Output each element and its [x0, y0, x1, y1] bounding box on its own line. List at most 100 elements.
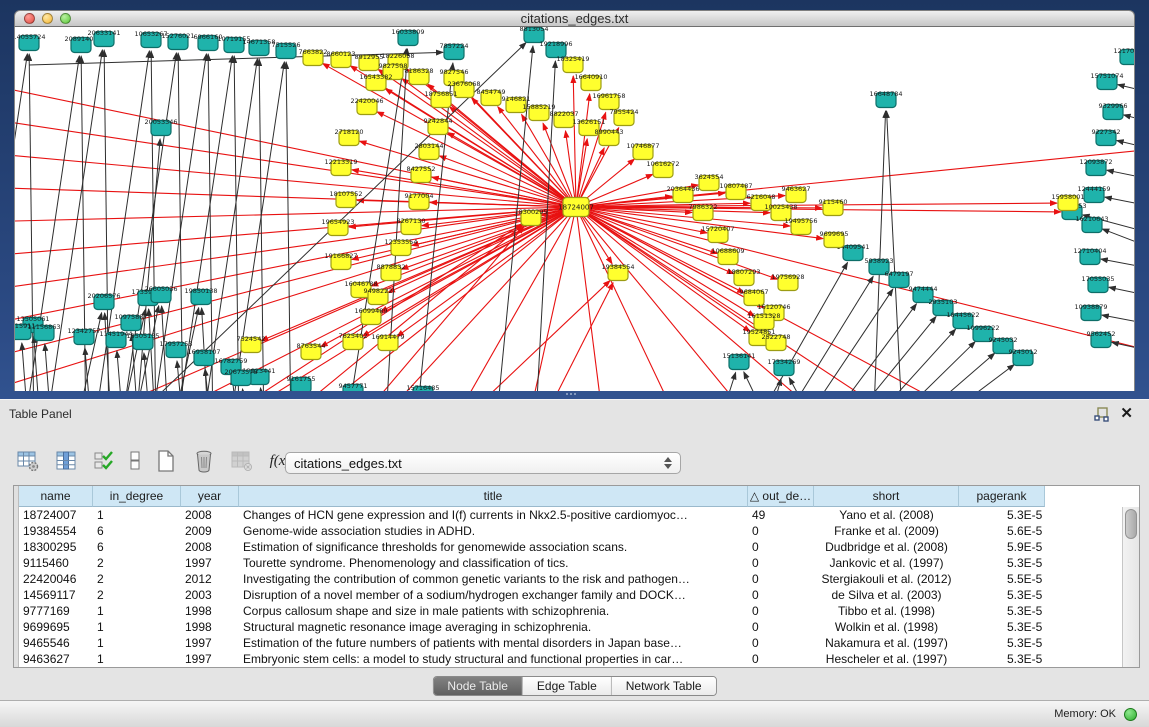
graph-node-label: 16033809	[391, 28, 424, 36]
scrollbar-thumb[interactable]	[1125, 509, 1137, 539]
column-header-title[interactable]: title	[239, 486, 748, 507]
graph-node-label: 18226058	[381, 52, 414, 60]
graph-node-label: 10807487	[719, 182, 752, 190]
graph-node-label: 8186328	[405, 67, 434, 75]
graph-node-label: 2718120	[335, 128, 364, 136]
network-window-titlebar[interactable]: citations_edges.txt	[14, 10, 1135, 27]
cell-year: 2003	[181, 587, 239, 603]
cell-short: Wolkin et al. (1998)	[814, 619, 959, 635]
table-mode-tabs: Node TableEdge TableNetwork Table	[432, 676, 716, 696]
minimize-window-button[interactable]	[42, 13, 53, 24]
graph-node-label: 9474444	[909, 285, 938, 293]
graph-node-label: 16640910	[574, 73, 607, 81]
graph-node-label: 9242844	[424, 117, 453, 125]
cell-out: 49	[748, 507, 814, 523]
cell-indegree: 1	[93, 619, 181, 635]
graph-node-label: 7663822	[299, 48, 328, 56]
citation-edge-red	[205, 207, 576, 391]
graph-node-label: 10025438	[764, 203, 797, 211]
table-row[interactable]: 1830029562008Estimation of significance …	[19, 539, 1121, 555]
graph-node-label: 12213319	[324, 158, 357, 166]
column-header-in_degree[interactable]: in_degree	[93, 486, 181, 507]
citation-edge-black	[45, 344, 52, 391]
graph-node-label: 9115460	[819, 198, 848, 206]
graph-node-label: 8427552	[407, 165, 436, 173]
memory-status-indicator[interactable]	[1124, 708, 1137, 721]
table-settings-icon[interactable]	[14, 446, 42, 476]
graph-node-label: 18325419	[556, 55, 589, 63]
table-row[interactable]: 969969511998Structural magnetic resonanc…	[19, 619, 1121, 635]
graph-node-label: 6216048	[747, 193, 776, 201]
graph-node-label: 20673578	[224, 368, 257, 376]
cell-name: 18300295	[19, 539, 93, 555]
delete-table-icon[interactable]	[190, 446, 218, 476]
select-column-icon[interactable]	[52, 446, 80, 476]
citation-edge-black	[15, 54, 27, 391]
cell-name: 18724007	[19, 507, 93, 523]
cell-title: Tourette syndrome. Phenomenology and cla…	[239, 555, 748, 571]
network-view[interactable]: 1405572420891406206331411065326715276021…	[14, 27, 1135, 391]
cell-out: 0	[748, 523, 814, 539]
citation-edge-black	[286, 62, 291, 391]
column-header-year[interactable]: year	[181, 486, 239, 507]
zoom-window-button[interactable]	[60, 13, 71, 24]
column-header-name[interactable]: name	[19, 486, 93, 507]
tab-network-table[interactable]: Network Table	[611, 677, 716, 695]
table-row[interactable]: 1456911722003Disruption of a novel membe…	[19, 587, 1121, 603]
close-panel-icon[interactable]: ✕	[1120, 404, 1133, 422]
column-header-short[interactable]: short	[814, 486, 959, 507]
graph-node-label: 12093872	[1079, 158, 1112, 166]
citation-edge-red	[445, 281, 610, 391]
graph-node-label: 16210643	[1075, 215, 1108, 223]
cells-icon[interactable]	[128, 446, 142, 476]
citation-edge-black	[818, 304, 916, 391]
cell-title: Genome-wide association studies in ADHD.	[239, 523, 748, 539]
graph-node-label: 12170437	[1113, 47, 1135, 55]
graph-node-label: 9245012	[1009, 348, 1038, 356]
table-row[interactable]: 946362711997Embryonic stem cells: a mode…	[19, 651, 1121, 667]
tab-edge-table[interactable]: Edge Table	[522, 677, 611, 695]
close-window-button[interactable]	[24, 13, 35, 24]
column-header-pagerank[interactable]: pagerank	[959, 486, 1045, 507]
graph-node-label: 12710404	[1073, 247, 1106, 255]
graph-node-label: 17055035	[1081, 275, 1114, 283]
graph-node-label: 18445622	[946, 311, 979, 319]
cell-out: 0	[748, 635, 814, 651]
graph-node-label: 16958107	[187, 348, 220, 356]
cell-pagerank: 5.3E-5	[959, 651, 1045, 667]
graph-node-label: 20633141	[87, 29, 120, 37]
float-panel-icon[interactable]	[1094, 407, 1109, 422]
network-graph-svg[interactable]: 1405572420891406206331411065326715276021…	[15, 27, 1135, 391]
table-row[interactable]: 1938455462009Genome-wide association stu…	[19, 523, 1121, 539]
citation-edge-black	[1117, 141, 1135, 152]
citation-edge-black	[242, 389, 249, 391]
table-row[interactable]: 1872400712008Changes of HCN gene express…	[19, 507, 1121, 523]
cell-short: Stergiakouli et al. (2012)	[814, 571, 959, 587]
citation-edge-black	[29, 54, 34, 391]
new-table-icon[interactable]	[152, 446, 180, 476]
graph-node-label: 9699695	[820, 230, 849, 238]
graph-node-label: 9463627	[782, 185, 811, 193]
cell-year: 1997	[181, 635, 239, 651]
tab-node-table[interactable]: Node Table	[433, 677, 522, 695]
vertical-scrollbar[interactable]	[1122, 507, 1139, 667]
cell-short: Dudbridge et al. (2008)	[814, 539, 959, 555]
cell-name: 19384554	[19, 523, 93, 539]
graph-node-label: 8813054	[520, 27, 549, 33]
graph-node-label: 15751074	[1090, 72, 1123, 80]
table-row[interactable]: 977716911998Corpus callosum shape and si…	[19, 603, 1121, 619]
column-header-out_de[interactable]: △ out_de…	[748, 486, 814, 507]
graph-node-label: 9161755	[287, 375, 316, 383]
table-selector-dropdown[interactable]: citations_edges.txt	[285, 452, 681, 474]
splitter-grip[interactable]	[566, 393, 576, 397]
table-row[interactable]: 946554611997Estimation of the future num…	[19, 635, 1121, 651]
cell-name: 14569117	[19, 587, 93, 603]
table-row[interactable]: 2242004622012Investigating the contribut…	[19, 571, 1121, 587]
window-title: citations_edges.txt	[15, 11, 1134, 26]
cell-short: Jankovic et al. (1997)	[814, 555, 959, 571]
citation-edge-red	[576, 207, 1135, 357]
select-rows-icon[interactable]	[90, 446, 118, 476]
citation-edge-black	[1118, 85, 1135, 96]
graph-node-label: 9498222	[364, 287, 393, 295]
table-row[interactable]: 911546021997Tourette syndrome. Phenomeno…	[19, 555, 1121, 571]
